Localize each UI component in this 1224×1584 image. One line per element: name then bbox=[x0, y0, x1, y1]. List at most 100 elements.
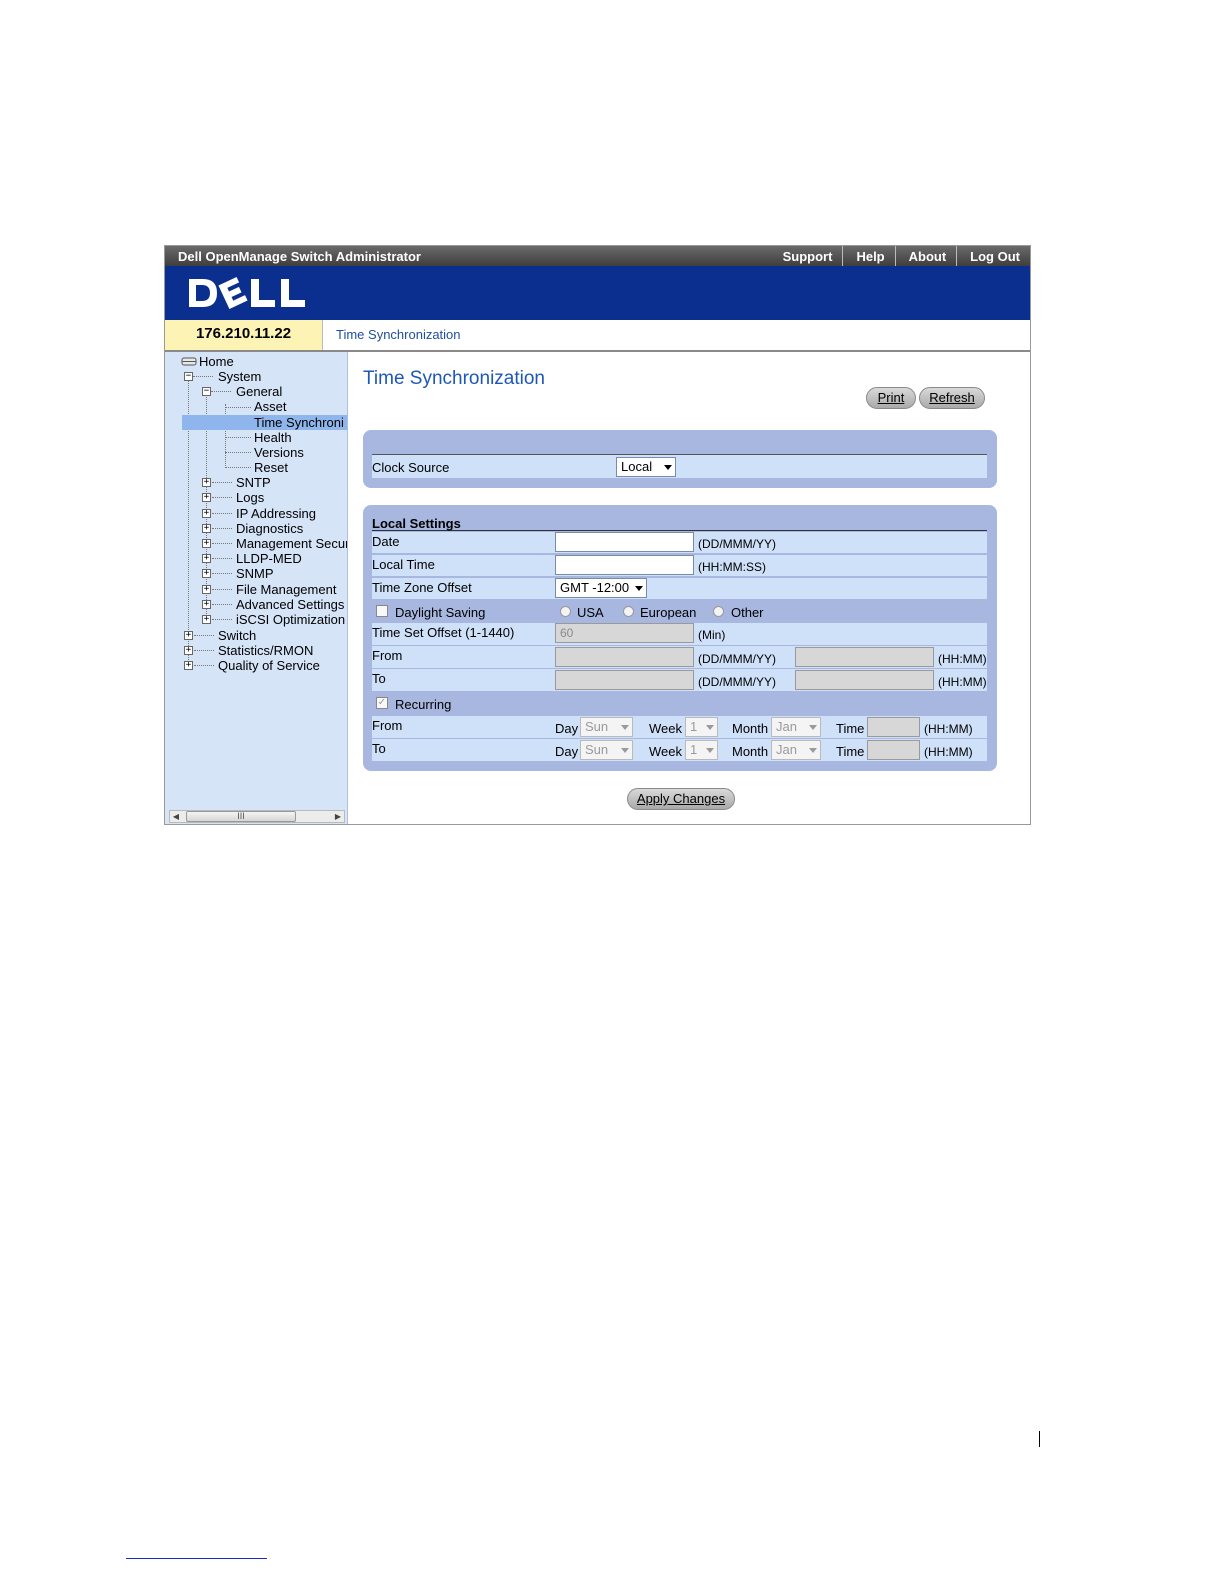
tree-line bbox=[225, 404, 226, 466]
dst-from-time-input[interactable] bbox=[795, 647, 934, 667]
recurring-from-time-input[interactable] bbox=[867, 717, 920, 737]
recurring-from-week-value: 1 bbox=[690, 719, 698, 734]
expand-icon[interactable]: + bbox=[202, 600, 211, 609]
dst-to-time-input[interactable] bbox=[795, 670, 934, 690]
expand-icon[interactable]: + bbox=[202, 554, 211, 563]
dst-from-date-input[interactable] bbox=[555, 647, 694, 667]
time-zone-select[interactable]: GMT -12:00 bbox=[555, 578, 647, 598]
support-link[interactable]: Support bbox=[770, 246, 843, 266]
clock-source-label: Clock Source bbox=[372, 460, 450, 475]
tree-home[interactable]: Home bbox=[199, 354, 234, 369]
scroll-left-icon[interactable]: ◀ bbox=[170, 811, 182, 822]
time-set-offset-row: Time Set Offset (1-1440) (Min) bbox=[372, 623, 987, 645]
tree-line bbox=[212, 497, 232, 498]
expand-icon[interactable]: + bbox=[202, 539, 211, 548]
recurring-to-time-input[interactable] bbox=[867, 740, 920, 760]
tree-line bbox=[225, 437, 251, 438]
local-settings-header: Local Settings bbox=[372, 514, 987, 531]
scroll-right-icon[interactable]: ▶ bbox=[332, 811, 344, 822]
time-zone-value: GMT -12:00 bbox=[560, 580, 630, 595]
tree-iscsi-optimization[interactable]: iSCSI Optimization bbox=[236, 612, 345, 627]
recurring-to-day-value: Sun bbox=[585, 742, 609, 757]
expand-icon[interactable]: + bbox=[202, 615, 211, 624]
tree-statistics-rmon[interactable]: Statistics/RMON bbox=[218, 643, 313, 658]
expand-icon[interactable]: + bbox=[184, 661, 193, 670]
expand-icon[interactable]: + bbox=[184, 631, 193, 640]
horizontal-scrollbar[interactable]: ◀ III ▶ bbox=[169, 810, 345, 823]
tree-line bbox=[194, 635, 214, 636]
dst-european-radio[interactable] bbox=[623, 606, 634, 617]
tree-system[interactable]: System bbox=[218, 369, 261, 384]
tree-line bbox=[212, 482, 232, 483]
expand-icon[interactable]: + bbox=[202, 569, 211, 578]
collapse-icon[interactable]: − bbox=[202, 387, 211, 396]
local-time-input[interactable] bbox=[555, 555, 694, 575]
print-button[interactable]: Print bbox=[866, 387, 916, 409]
recurring-from-time-label: Time bbox=[836, 721, 865, 736]
apply-changes-button[interactable]: Apply Changes bbox=[627, 788, 735, 810]
tree-advanced-settings[interactable]: Advanced Settings bbox=[236, 597, 344, 612]
time-set-offset-input[interactable] bbox=[555, 623, 694, 643]
expand-icon[interactable]: + bbox=[202, 585, 211, 594]
daylight-saving-label: Daylight Saving bbox=[395, 605, 486, 620]
scroll-thumb[interactable]: III bbox=[186, 811, 296, 822]
tree-versions[interactable]: Versions bbox=[254, 445, 304, 460]
tree-management-security[interactable]: Management Securit bbox=[236, 536, 347, 551]
recurring-from-day-select[interactable]: Sun bbox=[580, 717, 633, 737]
title-bar: Dell OpenManage Switch Administrator Sup… bbox=[165, 246, 1030, 266]
tree-diagnostics[interactable]: Diagnostics bbox=[236, 521, 303, 536]
dst-to-date-format: (DD/MMM/YY) bbox=[698, 675, 776, 689]
time-set-offset-unit: (Min) bbox=[698, 628, 726, 642]
recurring-to-month-select[interactable]: Jan bbox=[771, 740, 821, 760]
recurring-to-week-select[interactable]: 1 bbox=[685, 740, 718, 760]
tree-switch[interactable]: Switch bbox=[218, 628, 256, 643]
tree-logs[interactable]: Logs bbox=[236, 490, 264, 505]
recurring-to-week-value: 1 bbox=[690, 742, 698, 757]
dst-to-date-input[interactable] bbox=[555, 670, 694, 690]
tree-ip-addressing[interactable]: IP Addressing bbox=[236, 506, 316, 521]
recurring-to-day-select[interactable]: Sun bbox=[580, 740, 633, 760]
dst-other-label: Other bbox=[731, 605, 764, 620]
daylight-saving-checkbox[interactable] bbox=[376, 605, 388, 617]
page-title: Time Synchronization bbox=[363, 368, 545, 389]
tree-reset[interactable]: Reset bbox=[254, 460, 288, 475]
recurring-to-week-label: Week bbox=[649, 744, 682, 759]
tree-health[interactable]: Health bbox=[254, 430, 292, 445]
dst-usa-label: USA bbox=[577, 605, 604, 620]
date-input[interactable] bbox=[555, 532, 694, 552]
tree-asset[interactable]: Asset bbox=[254, 399, 287, 414]
recurring-checkbox[interactable]: ✓ bbox=[376, 697, 388, 709]
dst-other-radio[interactable] bbox=[713, 606, 724, 617]
recurring-from-month-select[interactable]: Jan bbox=[771, 717, 821, 737]
expand-icon[interactable]: + bbox=[202, 478, 211, 487]
tree-general[interactable]: General bbox=[236, 384, 282, 399]
tree-time-synchronization[interactable]: Time Synchroni bbox=[182, 415, 347, 430]
collapse-icon[interactable]: − bbox=[184, 372, 193, 381]
expand-icon[interactable]: + bbox=[184, 646, 193, 655]
tree-line bbox=[212, 543, 232, 544]
logout-link[interactable]: Log Out bbox=[956, 246, 1030, 266]
tree-line bbox=[225, 452, 251, 453]
tree-file-management[interactable]: File Management bbox=[236, 582, 336, 597]
tree-line bbox=[212, 589, 232, 590]
expand-icon[interactable]: + bbox=[202, 509, 211, 518]
recurring-label: Recurring bbox=[395, 697, 452, 712]
tree-line bbox=[212, 619, 232, 620]
about-link[interactable]: About bbox=[894, 246, 957, 266]
recurring-from-week-select[interactable]: 1 bbox=[685, 717, 718, 737]
tree-lldp-med[interactable]: LLDP-MED bbox=[236, 551, 302, 566]
expand-icon[interactable]: + bbox=[202, 493, 211, 502]
tree-line bbox=[193, 376, 213, 377]
clock-source-select[interactable]: Local bbox=[616, 457, 676, 477]
tree-snmp[interactable]: SNMP bbox=[236, 566, 274, 581]
tree-quality-of-service[interactable]: Quality of Service bbox=[218, 658, 320, 673]
recurring-from-row: From Day Sun Week 1 Month Jan Time (HH:M… bbox=[372, 716, 987, 738]
recurring-row: ✓ Recurring bbox=[372, 693, 987, 715]
dst-usa-radio[interactable] bbox=[560, 606, 571, 617]
expand-icon[interactable]: + bbox=[202, 524, 211, 533]
refresh-button[interactable]: Refresh bbox=[919, 387, 985, 409]
tree-line bbox=[212, 558, 232, 559]
help-link[interactable]: Help bbox=[842, 246, 894, 266]
clock-source-row: Clock Source Local bbox=[372, 454, 987, 478]
tree-sntp[interactable]: SNTP bbox=[236, 475, 271, 490]
